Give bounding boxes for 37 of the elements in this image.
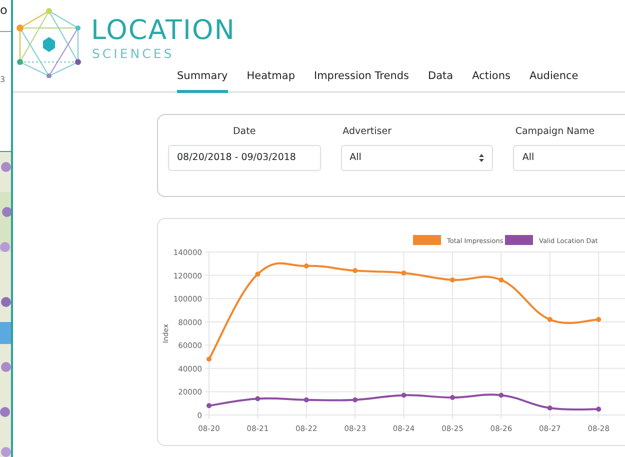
data-point xyxy=(304,397,309,402)
legend-swatch xyxy=(505,235,533,245)
data-point xyxy=(401,270,406,276)
data-point xyxy=(547,406,552,411)
filter-label: Advertiser xyxy=(342,125,392,139)
input-field[interactable]: 08/20/2018 - 09/03/2018 xyxy=(168,145,321,172)
data-point xyxy=(401,392,406,398)
data-point xyxy=(450,277,455,282)
data-point xyxy=(498,277,504,282)
nav-tab[interactable]: Summary xyxy=(177,69,228,93)
nav-tab[interactable]: Data xyxy=(428,69,454,93)
data-point xyxy=(352,268,358,274)
nav-tab[interactable]: Heatmap xyxy=(246,69,295,93)
data-point xyxy=(596,406,602,412)
input-field[interactable]: All xyxy=(513,145,625,172)
brand-subtitle: SCIENCES xyxy=(92,48,174,60)
nav-tab[interactable]: Audience xyxy=(529,69,578,93)
nav-tab[interactable]: Impression Trends xyxy=(314,69,410,93)
data-point xyxy=(206,356,212,362)
data-point xyxy=(450,395,455,400)
data-point xyxy=(596,317,602,322)
data-point xyxy=(255,396,260,402)
window-title-fragment: o xyxy=(0,0,11,32)
data-point xyxy=(547,317,552,322)
data-point xyxy=(352,397,358,402)
select-field[interactable]: All xyxy=(340,145,494,172)
brand-name: LOCATION xyxy=(91,17,236,44)
sort-caret-icon xyxy=(479,154,484,162)
data-point xyxy=(498,392,504,398)
data-point xyxy=(304,263,309,268)
legend-swatch xyxy=(413,235,441,245)
filter-label: Campaign Name xyxy=(514,125,596,139)
data-point xyxy=(206,403,212,408)
nav-tab[interactable]: Actions xyxy=(472,69,510,93)
cell-fragment: 3 xyxy=(0,75,6,84)
filter-label: Date xyxy=(232,125,257,139)
data-point xyxy=(255,272,260,277)
